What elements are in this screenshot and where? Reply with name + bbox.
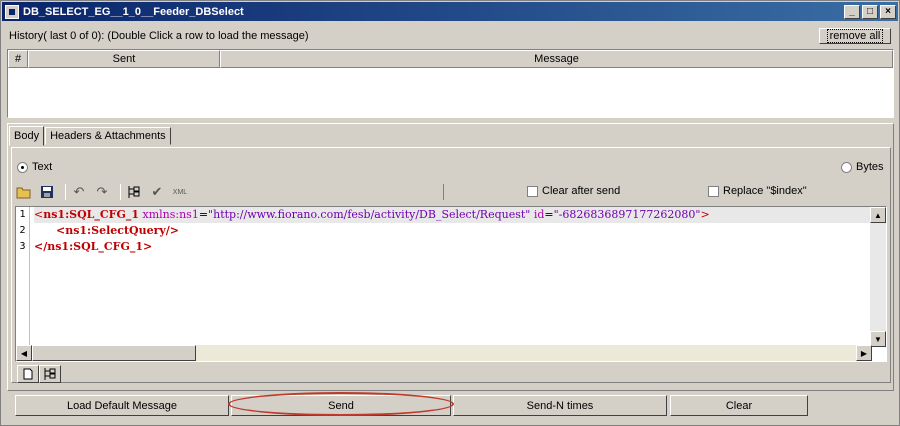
tree-view-icon[interactable] xyxy=(125,183,143,201)
radio-selected-icon xyxy=(17,161,28,173)
code-line-3: </ns1:SQL_CFG_1> xyxy=(34,239,870,255)
tag-text: <ns1:SelectQuery/> xyxy=(56,224,180,237)
text-radio-label: Text xyxy=(32,161,53,173)
open-folder-icon[interactable] xyxy=(15,183,33,201)
tab-headers-attachments[interactable]: Headers & Attachments xyxy=(45,127,171,145)
app-window: DB_SELECT_EG__1_0__Feeder_DBSelect _ □ ×… xyxy=(0,0,900,426)
xml-format-icon[interactable]: XML xyxy=(171,183,189,201)
maximize-button[interactable]: □ xyxy=(862,4,878,19)
line-number: 3 xyxy=(19,241,26,252)
clear-after-send-checkbox[interactable]: Clear after send xyxy=(527,185,620,197)
scroll-down-icon[interactable]: ▼ xyxy=(870,331,886,347)
send-n-times-button[interactable]: Send-N times xyxy=(453,395,667,416)
attribute-equals: = xyxy=(198,208,209,221)
column-header-sent[interactable]: Sent xyxy=(28,50,220,68)
bytes-radio-label: Bytes xyxy=(856,161,884,173)
tag-name: ns1:SQL_CFG_1 xyxy=(43,208,139,221)
radio-unselected-icon xyxy=(841,161,852,173)
attribute-equals: = xyxy=(544,208,554,221)
checkbox-icon xyxy=(527,185,538,197)
column-header-message[interactable]: Message xyxy=(220,50,893,68)
xml-editor[interactable]: 1 2 3 <ns1:SQL_CFG_1 xmlns:ns1="http://w… xyxy=(15,206,887,362)
scroll-right-icon[interactable]: ▶ xyxy=(856,345,872,361)
app-icon xyxy=(5,4,19,19)
toolbar-divider xyxy=(443,184,444,200)
replace-index-label: Replace "$index" xyxy=(723,185,807,197)
tag-close-bracket: > xyxy=(700,208,710,221)
load-default-message-button[interactable]: Load Default Message xyxy=(15,395,229,416)
attribute-value: "http://www.fiorano.com/fesb/activity/DB… xyxy=(208,208,531,221)
history-label: History( last 0 of 0): (Double Click a r… xyxy=(9,30,309,42)
toolbar-separator xyxy=(120,184,121,200)
redo-icon[interactable]: ↷ xyxy=(93,183,111,201)
close-button[interactable]: × xyxy=(880,4,896,19)
attribute-value: "-6826836897177262080" xyxy=(553,208,701,221)
message-tabs: Body Headers & Attachments xyxy=(9,126,172,146)
tag-text: </ns1:SQL_CFG_1> xyxy=(34,240,153,253)
text-view-icon[interactable] xyxy=(17,365,39,383)
line-number: 2 xyxy=(19,225,26,236)
clear-button[interactable]: Clear xyxy=(670,395,808,416)
remove-all-label: remove all xyxy=(826,29,884,43)
code-line-2: <ns1:SelectQuery/> xyxy=(34,223,870,239)
window-title: DB_SELECT_EG__1_0__Feeder_DBSelect xyxy=(23,5,244,18)
toolbar-separator xyxy=(65,184,66,200)
tag-open-bracket: < xyxy=(34,208,44,221)
remove-all-button[interactable]: remove all xyxy=(819,28,891,44)
checkbox-icon xyxy=(708,185,719,197)
attribute-name: id xyxy=(533,208,545,221)
line-number: 1 xyxy=(19,209,26,220)
attribute-name: xmlns:ns1 xyxy=(142,208,199,221)
replace-index-checkbox[interactable]: Replace "$index" xyxy=(708,185,807,197)
save-icon[interactable] xyxy=(38,183,56,201)
validate-check-icon[interactable]: ✔ xyxy=(148,183,166,201)
scroll-up-icon[interactable]: ▲ xyxy=(870,207,886,223)
code-line-1: <ns1:SQL_CFG_1 xmlns:ns1="http://www.fio… xyxy=(34,207,870,223)
editor-view-tabs xyxy=(17,365,61,383)
minimize-button[interactable]: _ xyxy=(844,4,860,19)
code-area[interactable]: <ns1:SQL_CFG_1 xmlns:ns1="http://www.fio… xyxy=(34,207,870,255)
undo-icon[interactable]: ↶ xyxy=(70,183,88,201)
vertical-scrollbar[interactable]: ▲ ▼ xyxy=(870,207,886,347)
action-bar: Load Default Message Send Send-N times C… xyxy=(1,395,900,417)
scroll-left-icon[interactable]: ◀ xyxy=(16,345,32,361)
clear-after-send-label: Clear after send xyxy=(542,185,621,197)
tab-body[interactable]: Body xyxy=(9,126,45,146)
horizontal-scrollbar[interactable]: ◀ ▶ xyxy=(16,345,872,361)
column-header-index[interactable]: # xyxy=(8,50,28,68)
send-button[interactable]: Send xyxy=(231,395,451,416)
bytes-radio[interactable]: Bytes xyxy=(841,161,884,173)
tree-view-tab-icon[interactable] xyxy=(39,365,61,383)
line-number-gutter: 1 2 3 xyxy=(16,207,30,347)
history-table[interactable]: # Sent Message xyxy=(7,49,894,118)
history-table-header: # Sent Message xyxy=(8,50,893,68)
title-bar[interactable]: DB_SELECT_EG__1_0__Feeder_DBSelect _ □ × xyxy=(2,2,898,21)
scroll-thumb[interactable] xyxy=(32,345,196,361)
text-radio[interactable]: Text xyxy=(17,161,52,173)
